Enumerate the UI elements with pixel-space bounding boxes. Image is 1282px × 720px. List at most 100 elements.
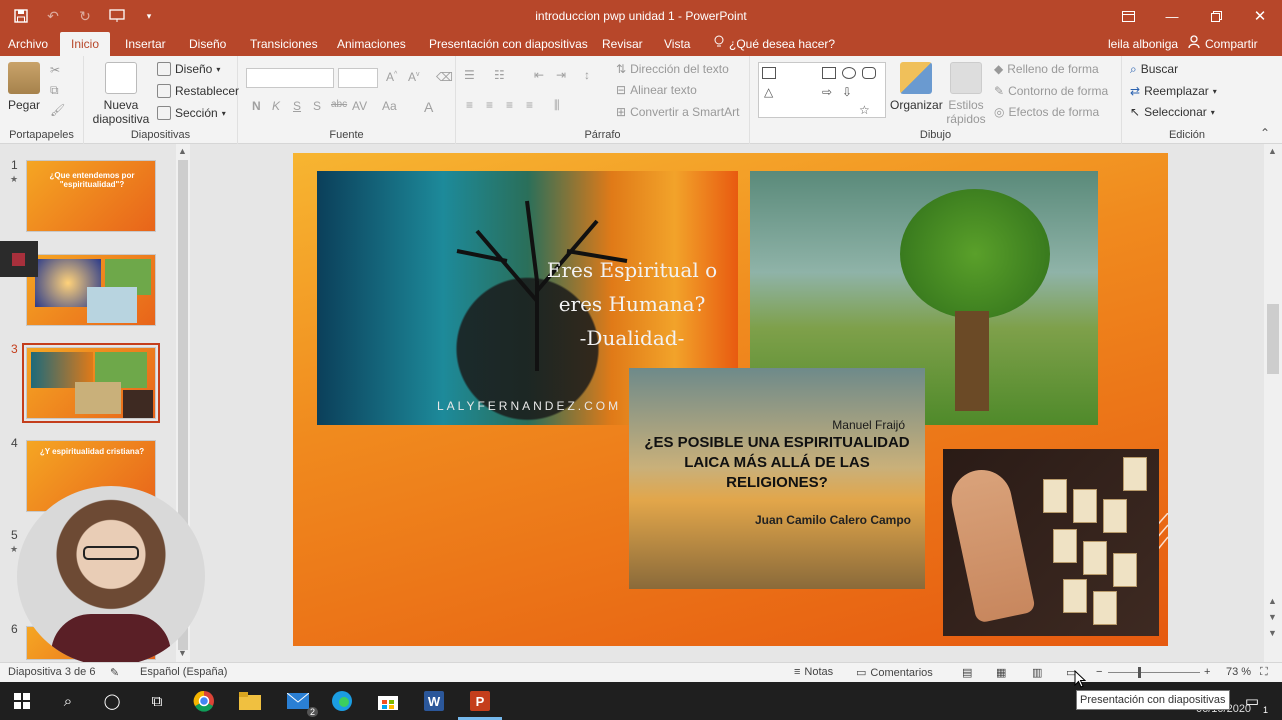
word-icon[interactable]: W <box>422 689 446 713</box>
zoom-out-icon[interactable]: − <box>1096 666 1102 678</box>
comments-button[interactable]: ▭ Comentarios <box>856 666 933 680</box>
font-size-box[interactable] <box>338 68 378 88</box>
scroll-up-icon[interactable]: ▲ <box>178 146 187 156</box>
find-button[interactable]: ⌕ Buscar <box>1130 59 1178 79</box>
slide-scrollbar[interactable]: ▲ ▲ ▼ ▼ <box>1264 144 1282 662</box>
ribbon-display-icon[interactable] <box>1106 0 1150 32</box>
tab-diseno[interactable]: Diseño <box>185 32 230 56</box>
star-shape-icon[interactable]: ☆ <box>859 103 870 117</box>
align-center-icon[interactable]: ≡ <box>486 98 493 112</box>
windows-icon[interactable] <box>10 689 34 713</box>
change-case-button[interactable]: Aa <box>382 99 397 113</box>
tab-presentacion[interactable]: Presentación con diapositivas <box>425 32 592 56</box>
tab-inicio[interactable]: Inicio <box>60 32 110 56</box>
spellcheck-icon[interactable]: ✎ <box>110 666 119 679</box>
smartart-button[interactable]: ⊞ Convertir a SmartArt <box>616 102 739 122</box>
new-slide-button[interactable]: Nueva diapositiva <box>90 62 152 126</box>
clear-format-icon[interactable]: ⌫ <box>436 70 453 84</box>
shape-fill-button[interactable]: ◆ Relleno de forma <box>994 59 1099 79</box>
grow-font-icon[interactable]: A^ <box>386 70 397 84</box>
recording-button[interactable] <box>0 241 38 277</box>
triangle-shape-icon[interactable]: △ <box>764 85 773 99</box>
prev-slide-icon[interactable]: ▲ <box>1268 596 1277 606</box>
fit-slide-icon[interactable]: ⛶ <box>1260 666 1268 679</box>
slide-thumbnail-3[interactable] <box>22 343 160 423</box>
select-button[interactable]: ↖ Seleccionar ▾ <box>1130 102 1215 122</box>
slide-image-book-cover[interactable]: Manuel Fraijó ¿ES POSIBLE UNA ESPIRITUAL… <box>629 368 925 589</box>
store-icon[interactable] <box>376 689 400 713</box>
format-painter-icon[interactable]: 🖌 <box>50 100 65 120</box>
task-view-icon[interactable]: ⧉ <box>145 689 169 713</box>
language-indicator[interactable]: Español (España) <box>140 666 227 678</box>
font-color-button[interactable]: A <box>424 99 433 115</box>
share-button[interactable]: Compartir <box>1188 32 1258 56</box>
restore-icon[interactable] <box>1194 0 1238 32</box>
cut-icon[interactable]: ✂ <box>50 60 60 80</box>
scroll-down-icon[interactable]: ▼ <box>1268 612 1277 622</box>
align-right-icon[interactable]: ≡ <box>506 98 513 112</box>
arrow-down-shape-icon[interactable]: ⇩ <box>842 85 852 99</box>
replace-button[interactable]: ⇄ Reemplazar ▾ <box>1130 81 1217 101</box>
shrink-font-icon[interactable]: Av <box>408 70 420 84</box>
search-icon[interactable]: ⌕ <box>56 689 80 713</box>
arrange-button[interactable]: Organizar <box>890 62 943 112</box>
line-spacing-icon[interactable]: ↕ <box>584 68 590 82</box>
columns-icon[interactable]: ⫼ <box>554 98 560 113</box>
layout-button[interactable]: Diseño ▾ <box>157 59 220 79</box>
minimize-icon[interactable]: — <box>1150 0 1194 32</box>
underline-button[interactable]: S <box>293 99 301 113</box>
shadow-button[interactable]: S <box>313 99 321 113</box>
reset-button[interactable]: Restablecer <box>157 81 239 101</box>
tab-revisar[interactable]: Revisar <box>598 32 647 56</box>
square-shape-icon[interactable] <box>822 67 836 79</box>
char-spacing-button[interactable]: AV <box>352 99 367 113</box>
notification-center-icon[interactable]: ▭ 1 <box>1240 689 1268 715</box>
strikethrough-button[interactable]: abc <box>331 99 347 110</box>
numbering-icon[interactable]: ☷ <box>494 68 505 82</box>
paste-button[interactable]: Pegar <box>8 62 40 112</box>
quick-styles-button[interactable]: Estilos rápidos <box>946 62 986 126</box>
notes-button[interactable]: ≡ Notas <box>794 666 833 678</box>
justify-icon[interactable]: ≡ <box>526 98 533 112</box>
copy-icon[interactable]: ⧉ <box>50 80 59 100</box>
zoom-slider[interactable] <box>1108 672 1200 673</box>
tab-vista[interactable]: Vista <box>660 32 694 56</box>
chrome-icon[interactable] <box>192 689 216 713</box>
shape-effects-button[interactable]: ◎ Efectos de forma <box>994 102 1099 122</box>
bullets-icon[interactable]: ☰ <box>464 68 475 82</box>
collapse-ribbon-icon[interactable]: ⌃ <box>1260 126 1270 140</box>
mail-icon[interactable]: 2 <box>286 689 318 717</box>
scroll-down-icon[interactable]: ▼ <box>178 648 187 658</box>
italic-button[interactable]: K <box>272 99 280 113</box>
bold-button[interactable]: N <box>252 99 261 113</box>
rounded-rect-shape-icon[interactable] <box>862 67 876 79</box>
reading-view-icon[interactable]: ▥ <box>1032 666 1042 679</box>
next-slide-icon[interactable]: ▼ <box>1268 628 1277 638</box>
tab-animaciones[interactable]: Animaciones <box>333 32 410 56</box>
slide-thumbnail-1[interactable]: ¿Que entendemos por "espiritualidad"? <box>26 160 156 232</box>
slide-image-tarot-cards[interactable] <box>943 449 1159 636</box>
powerpoint-icon[interactable]: P <box>468 689 492 713</box>
file-explorer-icon[interactable] <box>238 689 262 713</box>
tab-insertar[interactable]: Insertar <box>121 32 170 56</box>
align-text-button[interactable]: ⊟ Alinear texto <box>616 80 697 100</box>
tab-archivo[interactable]: Archivo <box>4 32 52 56</box>
user-name[interactable]: leila alboniga <box>1108 32 1178 56</box>
edge-icon[interactable] <box>330 689 354 713</box>
close-icon[interactable]: ✕ <box>1238 0 1282 32</box>
slide-thumbnail-2[interactable] <box>26 254 156 326</box>
scroll-up-icon[interactable]: ▲ <box>1268 146 1277 156</box>
text-direction-button[interactable]: ⇅ Dirección del texto <box>616 59 729 79</box>
shape-outline-button[interactable]: ✎ Contorno de forma <box>994 81 1108 101</box>
align-left-icon[interactable]: ≡ <box>466 98 473 112</box>
zoom-level[interactable]: 73 % <box>1226 666 1251 678</box>
zoom-slider-knob[interactable] <box>1138 667 1141 678</box>
zoom-in-icon[interactable]: + <box>1204 666 1210 678</box>
normal-view-icon[interactable]: ▤ <box>962 666 972 679</box>
scrollbar-thumb[interactable] <box>1267 304 1279 374</box>
font-name-box[interactable] <box>246 68 334 88</box>
increase-indent-icon[interactable]: ⇥ <box>556 68 566 82</box>
arrow-right-shape-icon[interactable]: ⇨ <box>822 85 832 99</box>
tell-me-box[interactable]: ¿Qué desea hacer? <box>714 32 835 56</box>
section-button[interactable]: Sección ▾ <box>157 103 226 123</box>
